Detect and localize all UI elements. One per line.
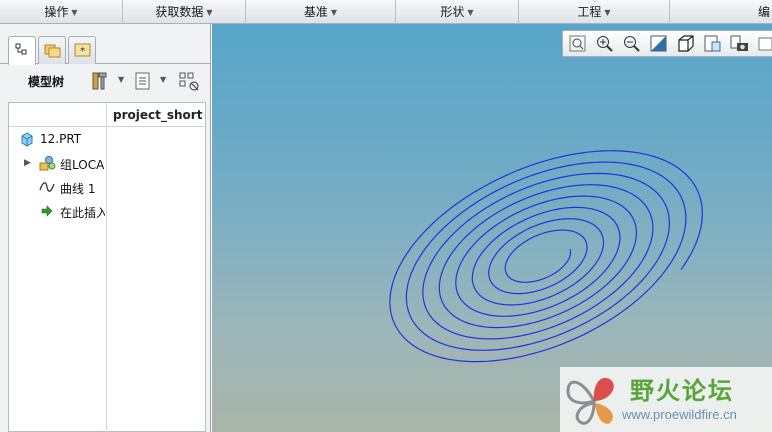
saved-views-icon[interactable] xyxy=(702,34,724,54)
list-icon[interactable] xyxy=(134,71,152,91)
menu-label: 编 xyxy=(757,5,770,19)
chevron-down-icon: ▼ xyxy=(71,7,78,17)
column-filter-icon[interactable] xyxy=(178,71,202,93)
chevron-down-icon[interactable]: ▼ xyxy=(118,75,124,84)
tree-item-label: 12.PRT xyxy=(40,132,82,146)
zoom-fit-icon[interactable] xyxy=(567,34,589,54)
display-style-icon[interactable] xyxy=(756,34,772,54)
tab-favorites[interactable]: * xyxy=(68,36,96,64)
favorites-icon: * xyxy=(74,43,91,57)
layer-camera-icon[interactable] xyxy=(729,34,751,54)
watermark-title: 野火论坛 xyxy=(630,377,734,405)
tree-item-insert-here[interactable]: 在此插入 xyxy=(9,201,105,221)
chevron-down-icon: ▼ xyxy=(206,7,213,17)
part-icon xyxy=(21,132,33,147)
menu-operations[interactable]: 操作 ▼ xyxy=(0,0,123,24)
chevron-down-icon: ▼ xyxy=(467,7,474,17)
watermark-url: www.proewildfire.cn xyxy=(622,407,737,422)
tab-folder-browser[interactable] xyxy=(38,36,66,64)
tree-item-part[interactable]: 12.PRT xyxy=(9,129,105,149)
menu-label: 工程 xyxy=(577,5,602,19)
expand-arrow-icon[interactable]: ▶ xyxy=(24,158,31,168)
menu-bar: 操作 ▼ 获取数据 ▼ 基准 ▼ 形状 ▼ 工程 ▼ 编 xyxy=(0,0,772,24)
tree-item-label: 组LOCA xyxy=(60,158,105,172)
tree-item-label: 曲线 1 xyxy=(60,182,96,196)
menu-label: 操作 xyxy=(44,5,69,19)
model-tree-icon xyxy=(15,43,27,55)
svg-text:*: * xyxy=(80,46,85,57)
shaded-cube-icon[interactable] xyxy=(675,34,697,54)
navigator-tabs: * xyxy=(0,36,211,65)
tab-model-tree[interactable] xyxy=(8,36,36,65)
repaint-icon[interactable] xyxy=(648,34,670,54)
curve-icon xyxy=(39,182,55,192)
model-tree-title: 模型树 xyxy=(28,75,65,89)
header-divider xyxy=(9,126,205,127)
menu-label: 获取数据 xyxy=(155,5,204,19)
menu-edit[interactable]: 编 xyxy=(670,0,772,24)
chevron-down-icon: ▼ xyxy=(604,7,611,17)
menu-label: 基准 xyxy=(303,5,328,19)
insert-here-icon xyxy=(41,205,53,217)
menu-engineering[interactable]: 工程 ▼ xyxy=(519,0,670,24)
tree-item-label: 在此插入 xyxy=(60,206,105,220)
tree-item-curve[interactable]: 曲线 1 xyxy=(9,177,105,197)
butterfly-logo-icon xyxy=(566,377,614,425)
watermark: 野火论坛 www.proewildfire.cn xyxy=(560,367,772,432)
menu-label: 形状 xyxy=(440,5,465,19)
column-header[interactable]: project_short xyxy=(113,108,202,122)
model-tree: project_short 12.PRT ▶ 组LOCA 曲线 1 在此插入 xyxy=(8,102,206,432)
chevron-down-icon[interactable]: ▼ xyxy=(160,75,166,84)
group-icon xyxy=(39,156,56,171)
zoom-in-icon[interactable] xyxy=(594,34,616,54)
menu-get-data[interactable]: 获取数据 ▼ xyxy=(123,0,246,24)
spiral-curve-path[interactable] xyxy=(389,150,703,363)
menu-datum[interactable]: 基准 ▼ xyxy=(246,0,396,24)
model-tree-toolbar: 模型树 ▼ ▼ xyxy=(0,68,211,94)
zoom-out-icon[interactable] xyxy=(621,34,643,54)
view-toolbar xyxy=(562,30,772,57)
chevron-down-icon: ▼ xyxy=(330,7,338,17)
menu-shapes[interactable]: 形状 ▼ xyxy=(396,0,519,24)
tools-icon[interactable] xyxy=(90,71,110,91)
navigator-panel: * 模型树 ▼ ▼ project_short 12.PRT ▶ 组LOCA 曲… xyxy=(0,24,211,432)
folder-browser-icon xyxy=(44,44,61,58)
column-divider xyxy=(106,103,107,432)
tree-item-group[interactable]: ▶ 组LOCA xyxy=(9,153,105,173)
